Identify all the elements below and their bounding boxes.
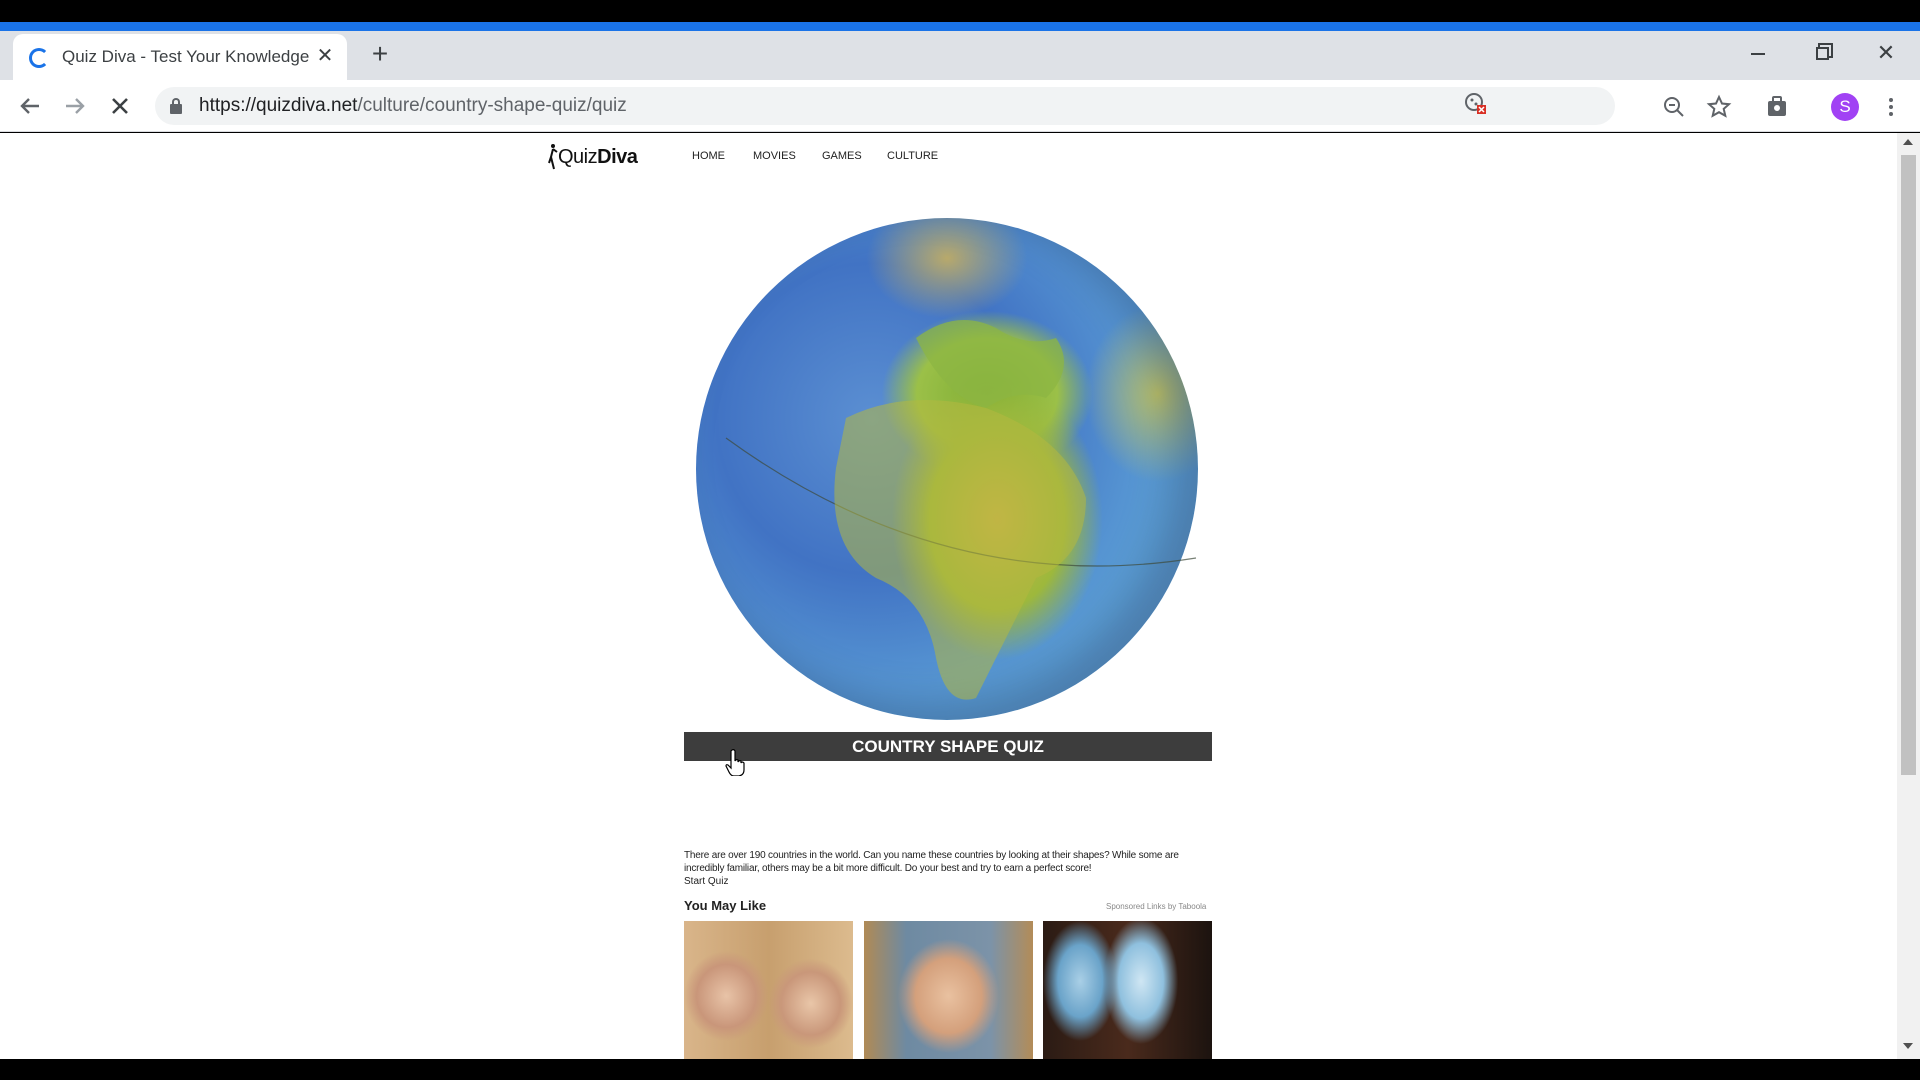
sponsored-links-label[interactable]: Sponsored Links by Taboola — [1106, 902, 1206, 911]
nav-home[interactable]: HOME — [692, 150, 725, 162]
browser-tab[interactable]: Quiz Diva - Test Your Knowledge ✕ — [13, 34, 347, 80]
minimize-icon — [1751, 52, 1765, 55]
close-window-button[interactable]: ✕ — [1866, 35, 1906, 71]
restore-icon — [1815, 47, 1829, 61]
close-tab-icon[interactable]: ✕ — [313, 44, 337, 68]
back-button[interactable] — [13, 89, 47, 123]
new-tab-button[interactable]: + — [365, 39, 395, 69]
logo-text: QuizDiva — [558, 146, 638, 168]
you-may-like-heading: You May Like — [684, 898, 767, 913]
zoom-icon[interactable] — [1661, 94, 1687, 120]
quiz-title-banner: COUNTRY SHAPE QUIZ — [684, 732, 1212, 761]
nav-games[interactable]: GAMES — [822, 150, 862, 162]
page-viewport: QuizDiva HOME MOVIES GAMES CULTURE COUNT… — [0, 133, 1920, 1059]
recommendation-thumbnail[interactable] — [684, 921, 853, 1059]
profile-avatar[interactable]: S — [1831, 93, 1859, 121]
bookmark-star-icon[interactable] — [1706, 94, 1732, 120]
stop-icon — [112, 98, 128, 114]
vertical-scrollbar[interactable] — [1897, 133, 1920, 1059]
globe-image — [696, 218, 1198, 720]
cookie-blocked-icon[interactable] — [1462, 90, 1488, 116]
quiz-description: There are over 190 countries in the worl… — [684, 850, 1179, 874]
nav-movies[interactable]: MOVIES — [753, 150, 796, 162]
forward-arrow-icon — [66, 98, 85, 114]
screen: Quiz Diva - Test Your Knowledge ✕ + ✕ ht… — [0, 0, 1920, 1080]
kebab-menu-icon[interactable] — [1878, 94, 1904, 120]
address-bar[interactable]: https://quizdiva.net/culture/country-sha… — [155, 87, 1615, 125]
stop-loading-button[interactable] — [103, 89, 137, 123]
lock-icon — [169, 98, 183, 114]
tab-title: Quiz Diva - Test Your Knowledge — [62, 47, 310, 66]
scroll-down-arrow-icon[interactable] — [1903, 1043, 1913, 1049]
start-quiz-link[interactable]: Start Quiz — [684, 876, 728, 887]
restore-button[interactable] — [1802, 35, 1842, 71]
browser-toolbar: https://quizdiva.net/culture/country-sha… — [0, 80, 1920, 132]
tab-strip: Quiz Diva - Test Your Knowledge ✕ + ✕ — [0, 31, 1920, 80]
extension-icon[interactable] — [1764, 94, 1790, 120]
url-text[interactable]: https://quizdiva.net/culture/country-sha… — [199, 95, 627, 117]
recommendation-thumbnail[interactable] — [864, 921, 1033, 1059]
scroll-up-arrow-icon[interactable] — [1903, 139, 1913, 145]
quizdiva-logo[interactable]: QuizDiva — [548, 141, 648, 171]
recommendation-thumbnail[interactable] — [1043, 921, 1212, 1059]
back-arrow-icon — [20, 98, 39, 114]
forward-button[interactable] — [58, 89, 92, 123]
scrollbar-thumb[interactable] — [1901, 155, 1916, 775]
globe-grid-line — [725, 320, 1197, 700]
nav-culture[interactable]: CULTURE — [887, 150, 938, 162]
minimize-button[interactable] — [1738, 35, 1778, 71]
window-accent-bar — [0, 22, 1920, 31]
loading-spinner-icon — [29, 48, 49, 68]
hand-cursor-icon — [725, 749, 745, 776]
